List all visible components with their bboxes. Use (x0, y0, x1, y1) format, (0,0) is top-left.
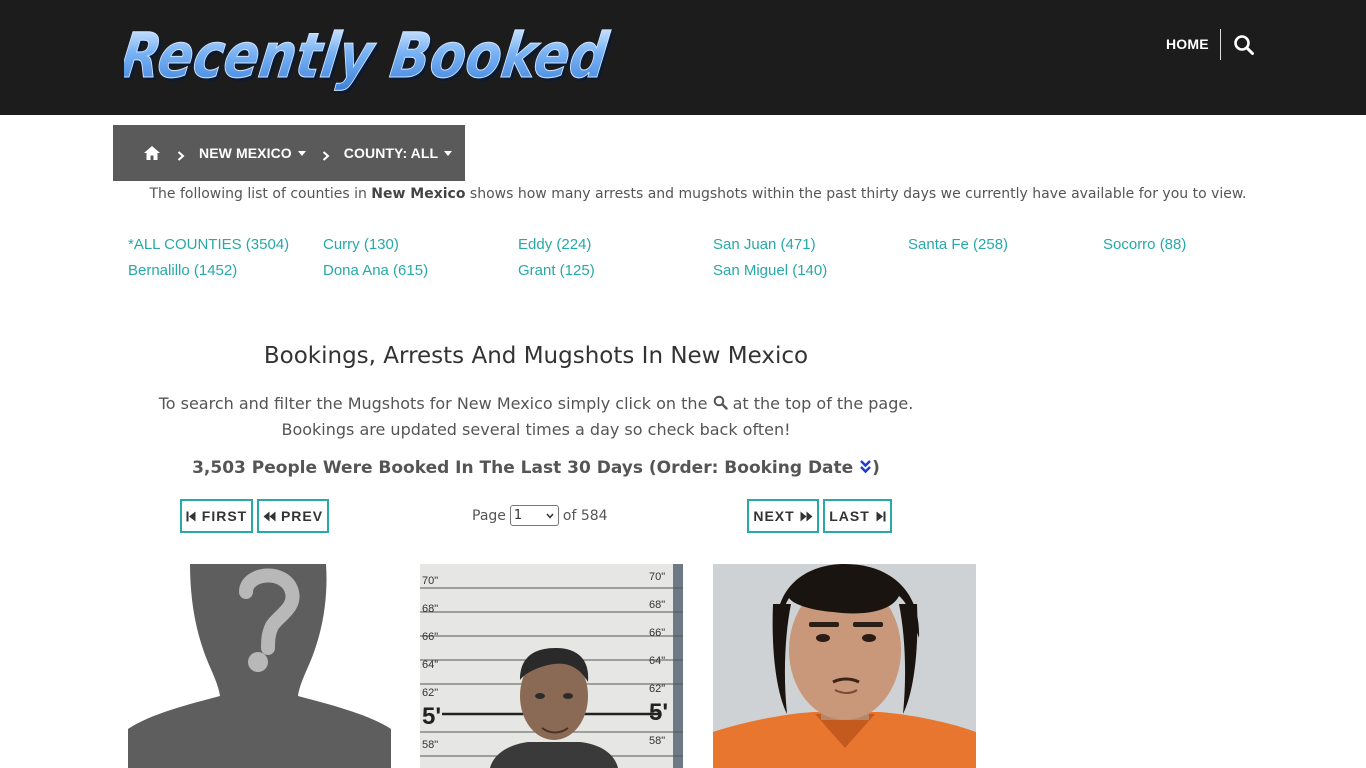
skip-end-icon (876, 511, 886, 521)
section-title: Bookings, Arrests And Mugshots In New Me… (263, 343, 809, 369)
height-mark: 64" (649, 655, 665, 667)
height-mark: 70" (649, 571, 665, 583)
chevron-right-icon (177, 148, 185, 161)
first-page-button[interactable]: FIRST (180, 499, 253, 533)
site-header: Recently Booked Recently Booked HOME (0, 0, 1366, 115)
site-logo[interactable]: Recently Booked Recently Booked (124, 14, 619, 98)
intro-after: shows how many arrests and mugshots with… (465, 186, 1247, 202)
booked-count: 3,503 People Were Booked In The Last 30 … (128, 458, 944, 478)
breadcrumb-state-dropdown[interactable]: NEW MEXICO (199, 145, 306, 161)
intro-state: New Mexico (371, 186, 466, 202)
height-mark: 66" (649, 627, 665, 639)
height-mark: 70" (422, 575, 438, 587)
mugshot-card[interactable] (713, 564, 976, 768)
county-link[interactable]: San Miguel (140) (713, 262, 827, 279)
height-mark: 58" (422, 739, 438, 751)
booked-before: 3,503 People Were Booked In The Last 30 … (192, 458, 860, 478)
search-icon (713, 392, 728, 410)
county-link[interactable]: Bernalillo (1452) (128, 262, 237, 279)
nav-divider (1220, 29, 1221, 60)
county-link[interactable]: San Juan (471) (713, 236, 816, 253)
breadcrumb: NEW MEXICO COUNTY: ALL (113, 125, 465, 181)
section-description: To search and filter the Mugshots for Ne… (128, 391, 944, 443)
county-link[interactable]: Grant (125) (518, 262, 595, 279)
page-selector: Page 1 of 584 (472, 505, 608, 526)
page-label: Page (472, 507, 506, 524)
page-total: of 584 (562, 507, 608, 524)
home-icon[interactable] (143, 145, 161, 161)
county-link[interactable]: *ALL COUNTIES (3504) (128, 236, 289, 253)
booked-after: ) (872, 458, 880, 478)
county-link[interactable]: Curry (130) (323, 236, 399, 253)
height-mark: 58" (649, 735, 665, 747)
breadcrumb-county-label: COUNTY: ALL (343, 145, 439, 161)
county-link[interactable]: Santa Fe (258) (908, 236, 1008, 253)
forward-icon (800, 511, 813, 521)
height-mark: 68" (649, 599, 665, 611)
page-select[interactable]: 1 (509, 505, 559, 526)
mugshot-card[interactable]: 70" 70" 68" 68" 66" 66" 64" 64" 62" 62" … (420, 564, 683, 768)
height-mark-5ft: 5' (422, 703, 441, 730)
height-mark-5ft: 5' (649, 699, 668, 726)
page-select-value: 1 (513, 508, 523, 523)
breadcrumb-county-dropdown[interactable]: COUNTY: ALL (343, 145, 453, 161)
mugshot-image (713, 564, 976, 768)
nav-home-link[interactable]: HOME (1166, 36, 1209, 52)
logo-text: Recently Booked (124, 19, 613, 92)
county-link[interactable]: Dona Ana (615) (323, 262, 428, 279)
height-mark: 66" (422, 631, 438, 643)
prev-page-button[interactable]: PREV (257, 499, 329, 533)
intro-before: The following list of counties in (149, 186, 372, 202)
intro-text: The following list of counties in New Me… (0, 186, 1366, 202)
chevron-down-icon (546, 513, 554, 519)
breadcrumb-state-label: NEW MEXICO (199, 145, 292, 161)
silhouette-image (128, 564, 391, 768)
height-mark: 62" (649, 683, 665, 695)
caret-down-icon (297, 150, 306, 156)
search-icon[interactable] (1233, 34, 1255, 56)
next-page-label: NEXT (753, 508, 795, 524)
prev-page-label: PREV (280, 508, 324, 524)
mugshot-card[interactable] (128, 564, 391, 768)
desc-before: To search and filter the Mugshots for Ne… (158, 394, 713, 413)
next-page-button[interactable]: NEXT (747, 499, 819, 533)
skip-start-icon (186, 511, 196, 521)
height-mark: 64" (422, 659, 438, 671)
first-page-label: FIRST (201, 508, 248, 524)
chevron-right-icon (322, 148, 330, 161)
county-link[interactable]: Eddy (224) (518, 236, 591, 253)
height-mark: 68" (422, 603, 438, 615)
last-page-button[interactable]: LAST (823, 499, 892, 533)
mugshot-image: 70" 70" 68" 68" 66" 66" 64" 64" 62" 62" … (420, 564, 683, 768)
caret-down-icon (444, 150, 453, 156)
sort-desc-icon[interactable] (859, 459, 872, 474)
last-page-label: LAST (829, 508, 870, 524)
backward-icon (263, 511, 276, 521)
height-mark: 62" (422, 687, 438, 699)
county-link[interactable]: Socorro (88) (1103, 236, 1186, 253)
